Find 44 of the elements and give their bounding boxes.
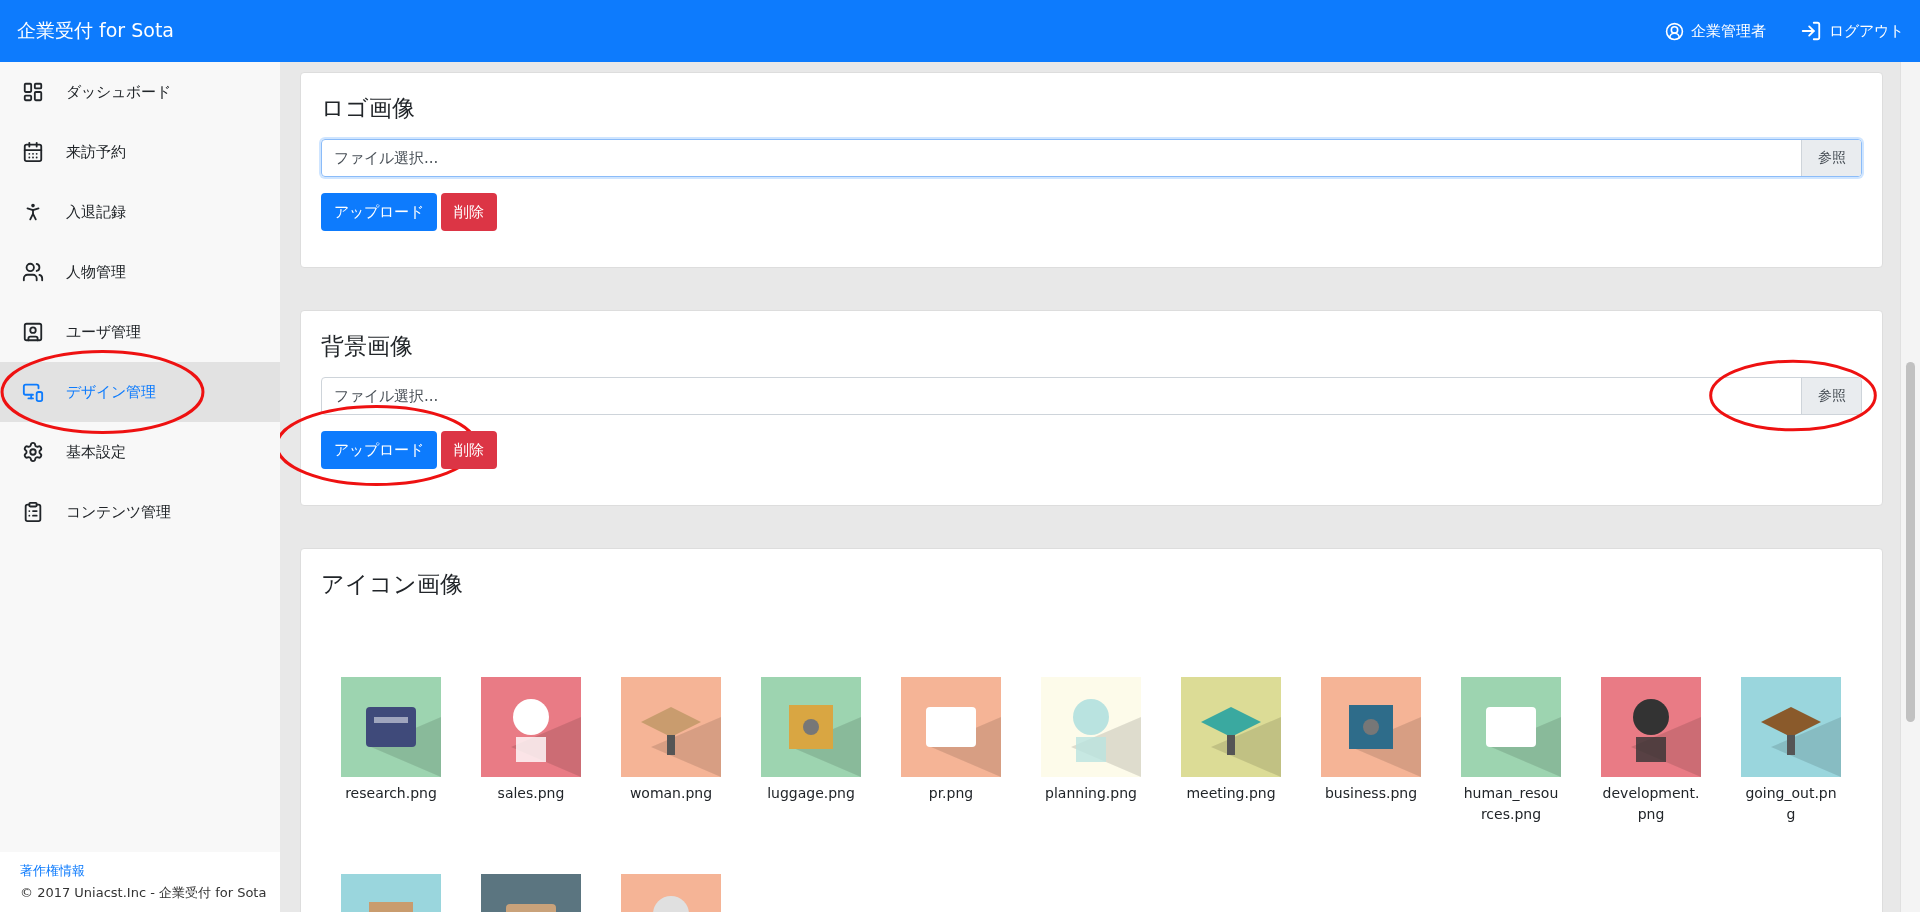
file-name: human_resources.png bbox=[1462, 784, 1560, 824]
card-title: アイコン画像 bbox=[321, 570, 464, 599]
scrollbar[interactable] bbox=[1900, 62, 1920, 912]
upload-button[interactable]: アップロード bbox=[321, 193, 437, 231]
sidebar-item[interactable]: コンテンツ管理 bbox=[0, 482, 280, 542]
file-name: planning.png bbox=[1044, 784, 1138, 803]
clipboard-icon bbox=[22, 501, 44, 523]
logout-icon bbox=[1800, 20, 1822, 42]
delete-button[interactable]: 削除 bbox=[441, 193, 497, 231]
file-name: business.png bbox=[1323, 784, 1419, 803]
devices-icon bbox=[22, 381, 44, 403]
card-title: 背景画像 bbox=[321, 332, 414, 361]
sidebar-item[interactable]: ユーザ管理 bbox=[0, 302, 280, 362]
settings-icon bbox=[22, 441, 44, 463]
upload-button[interactable]: アップロード bbox=[321, 431, 437, 469]
file-name: sales.png bbox=[496, 784, 566, 803]
dashboard-icon bbox=[22, 81, 44, 103]
file-name: luggage.png bbox=[766, 784, 856, 803]
file-input[interactable]: ファイル選択... 参照 bbox=[321, 139, 1862, 177]
browse-button[interactable]: 参照 bbox=[1801, 140, 1861, 176]
delete-button[interactable]: 削除 bbox=[441, 431, 497, 469]
sidebar-item[interactable]: 人物管理 bbox=[0, 242, 280, 302]
file-name: research.png bbox=[344, 784, 438, 803]
sidebar-item[interactable]: ダッシュボード bbox=[0, 62, 280, 122]
browse-button[interactable]: 参照 bbox=[1801, 378, 1861, 414]
copyright-link[interactable]: 著作権情報 bbox=[20, 862, 280, 880]
file-name: meeting.png bbox=[1185, 784, 1277, 803]
file-name: woman.png bbox=[628, 784, 714, 803]
copyright-text: © 2017 Uniacst.Inc - 企業受付 for Sota bbox=[20, 884, 268, 902]
logout-link[interactable]: ログアウト bbox=[1800, 20, 1904, 42]
user-card-icon bbox=[22, 321, 44, 343]
people-icon bbox=[22, 261, 44, 283]
file-input[interactable]: ファイル選択... 参照 bbox=[321, 377, 1862, 415]
calendar-icon bbox=[22, 141, 44, 163]
sidebar-item[interactable]: 入退記録 bbox=[0, 182, 280, 242]
file-name: development.png bbox=[1601, 784, 1701, 824]
card-title: ロゴ画像 bbox=[321, 94, 416, 123]
file-name: going_out.png bbox=[1744, 784, 1838, 824]
user-icon bbox=[1665, 21, 1684, 41]
sidebar-item[interactable]: 来訪予約 bbox=[0, 122, 280, 182]
app-title: 企業受付 for Sota bbox=[17, 18, 175, 43]
sidebar-item[interactable]: 基本設定 bbox=[0, 422, 280, 482]
file-name: pr.png bbox=[927, 784, 975, 803]
user-menu-link[interactable]: 企業管理者 bbox=[1665, 21, 1766, 41]
